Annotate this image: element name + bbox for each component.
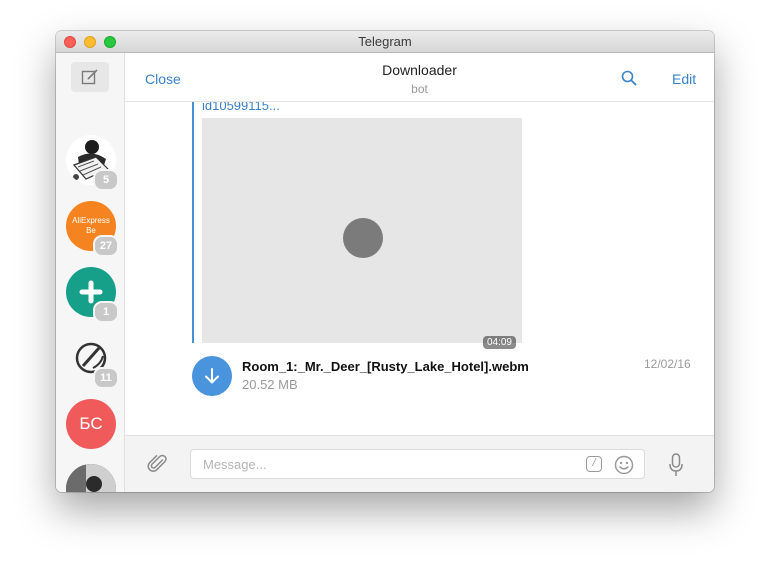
message-date: 12/02/16 bbox=[644, 357, 691, 371]
bot-commands-button[interactable]: / bbox=[586, 456, 602, 472]
forward-indicator-bar bbox=[192, 102, 194, 343]
chat-avatar-4[interactable]: 11 bbox=[66, 333, 119, 389]
attach-button[interactable] bbox=[147, 453, 169, 480]
microphone-icon bbox=[669, 453, 683, 476]
unread-badge: 1 bbox=[93, 301, 119, 323]
video-duration: 04:09 bbox=[482, 336, 516, 349]
message-composer: / bbox=[125, 435, 714, 492]
message-input[interactable] bbox=[190, 449, 645, 479]
download-arrow-icon bbox=[205, 368, 219, 384]
person-photo-icon bbox=[66, 464, 116, 492]
chat-avatar-1[interactable]: 5 bbox=[66, 135, 119, 191]
telegram-window: Telegram 5 AliExpress Be 27 1 11 БС Clos… bbox=[56, 31, 714, 492]
emoji-button[interactable] bbox=[614, 455, 634, 480]
paperclip-icon bbox=[147, 454, 167, 472]
download-button[interactable] bbox=[192, 356, 232, 396]
file-name: Room_1:_Mr._Deer_[Rusty_Lake_Hotel].webm bbox=[242, 359, 529, 374]
chat-avatar-6[interactable]: 39 bbox=[66, 464, 116, 492]
unread-badge: 27 bbox=[93, 235, 119, 257]
compose-icon bbox=[81, 69, 98, 85]
voice-message-button[interactable] bbox=[668, 452, 684, 483]
unread-badge: 5 bbox=[93, 169, 119, 191]
window-title: Telegram bbox=[358, 34, 412, 49]
forwarded-from-link[interactable]: id10599115... bbox=[202, 102, 280, 113]
smiley-icon bbox=[614, 455, 634, 475]
unread-badge: 11 bbox=[93, 367, 119, 389]
chat-avatar-bs[interactable]: БС bbox=[66, 399, 116, 449]
title-bar: Telegram bbox=[56, 31, 714, 53]
chat-avatar-plus[interactable]: 1 bbox=[66, 267, 119, 323]
video-preview[interactable]: 04:09 bbox=[202, 118, 522, 349]
chat-header: Close Downloader bot Edit bbox=[125, 53, 714, 102]
play-icon[interactable] bbox=[343, 218, 383, 258]
search-icon bbox=[621, 70, 637, 86]
edit-button[interactable]: Edit bbox=[672, 71, 696, 87]
chat-avatar-aliexpress[interactable]: AliExpress Be 27 bbox=[66, 201, 119, 257]
file-size: 20.52 MB bbox=[242, 377, 298, 392]
aliexpress-logo: AliExpress Be bbox=[72, 216, 110, 235]
avatar-initials: БС bbox=[79, 414, 103, 433]
message-history[interactable]: id10599115... 04:09 Room_1:_Mr._Deer_[Ru… bbox=[125, 102, 714, 435]
compose-button[interactable] bbox=[71, 62, 109, 92]
chat-list-sidebar: 5 AliExpress Be 27 1 11 БС bbox=[56, 53, 125, 492]
search-button[interactable] bbox=[621, 70, 637, 91]
